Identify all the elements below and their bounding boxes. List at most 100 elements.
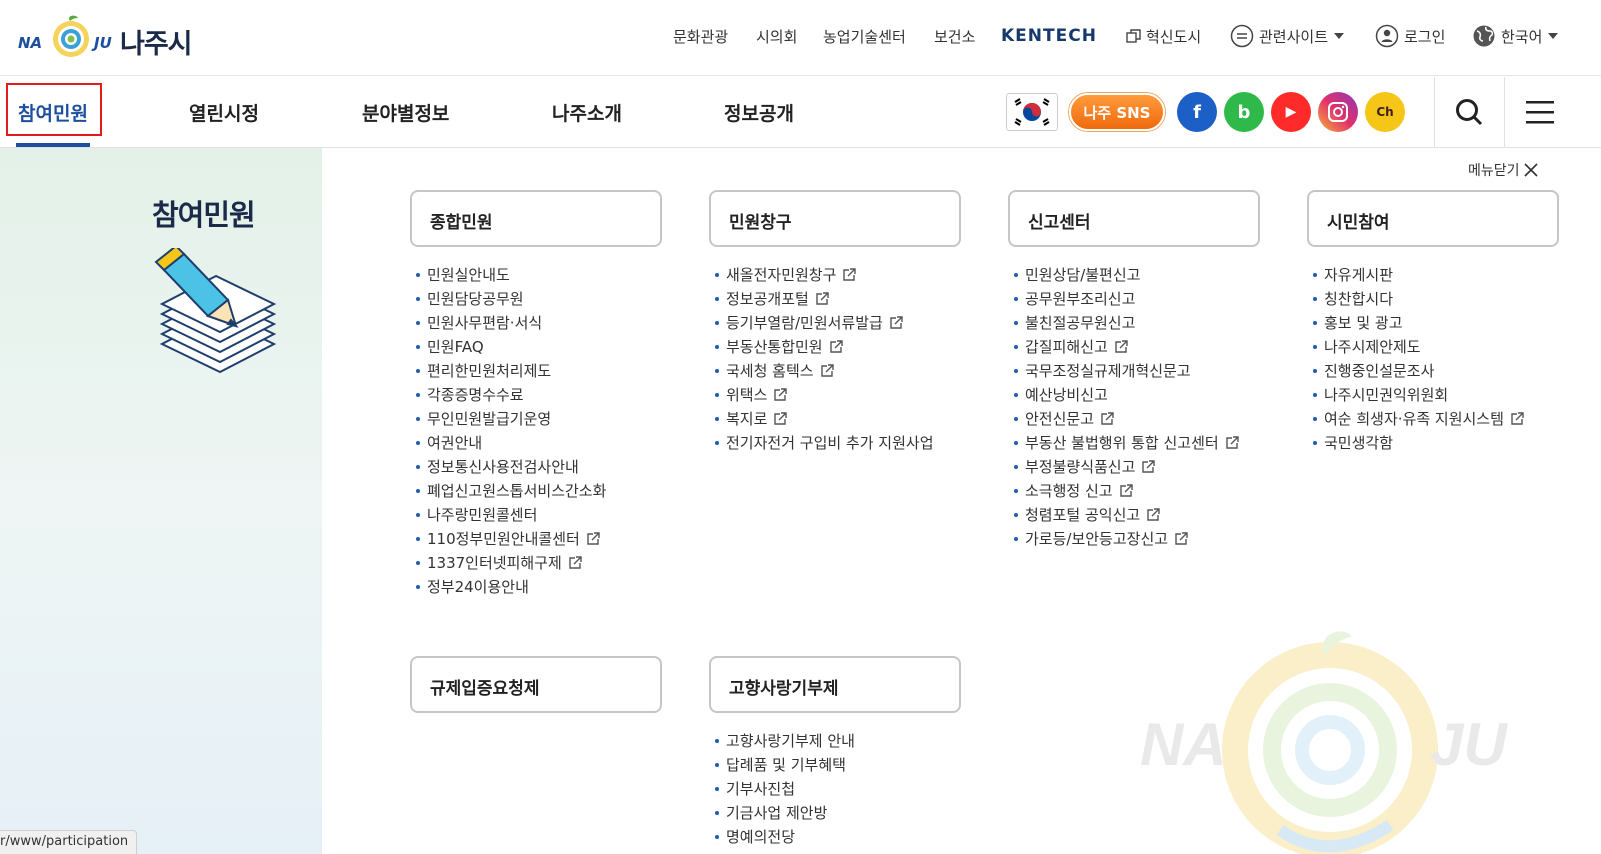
menu-link[interactable]: 부정불량식품신고 bbox=[1014, 455, 1260, 479]
menu-category-title[interactable]: 고향사랑기부제 bbox=[709, 656, 961, 713]
login-link[interactable]: 로그인 bbox=[1375, 24, 1445, 48]
menu-link[interactable]: 자유게시판 bbox=[1313, 263, 1559, 287]
menu-link-list: 자유게시판칭찬합시다홍보 및 광고나주시제안제도 진행중인설문조사 나주시민권익위원… bbox=[1307, 263, 1559, 455]
menu-link[interactable]: 나주시제안제도 bbox=[1313, 335, 1559, 359]
menu-link[interactable]: 여순 희생자·유족 지원시스템 bbox=[1313, 407, 1559, 431]
menu-link[interactable]: 고향사랑기부제 안내 bbox=[715, 729, 961, 753]
korea-flag-link[interactable] bbox=[1006, 93, 1058, 131]
najusi-logo[interactable]: NA JU 나주시 bbox=[16, 8, 206, 68]
youtube-icon[interactable]: ▶ bbox=[1271, 92, 1311, 132]
menu-link[interactable]: 민원담당공무원 bbox=[416, 287, 662, 311]
menu-link[interactable]: 새올전자민원창구 bbox=[715, 263, 961, 287]
menu-link[interactable]: 부동산 불법행위 통합 신고센터 bbox=[1014, 431, 1260, 455]
menu-link-label: 폐업신고원스톱서비스간소화 bbox=[427, 482, 607, 500]
menu-link[interactable]: 민원실안내도 bbox=[416, 263, 662, 287]
menu-link[interactable]: 전기자전거 구입비 추가 지원사업 bbox=[715, 431, 961, 455]
external-link-icon bbox=[1175, 532, 1188, 545]
util-link-council[interactable]: 시의회 bbox=[756, 24, 797, 48]
menu-link[interactable]: 기부사진첩 bbox=[715, 777, 961, 801]
nav-item-open-admin[interactable]: 열린시정 bbox=[189, 99, 259, 126]
menu-link[interactable]: 위택스 bbox=[715, 383, 961, 407]
menu-link-list: 민원상담/불편신고 공무원부조리신고 불친절공무원신고 갑질피해신고 국무조정실규제개혁… bbox=[1008, 263, 1260, 551]
status-bar-url: r/www/participation bbox=[0, 830, 138, 854]
search-button[interactable] bbox=[1434, 77, 1504, 147]
menu-link-label: 부정불량식품신고 bbox=[1025, 458, 1136, 476]
menu-category-title[interactable]: 규제입증요청제 bbox=[410, 656, 662, 713]
menu-link-label: 칭찬합시다 bbox=[1324, 290, 1394, 308]
menu-link[interactable]: 명예의전당 bbox=[715, 825, 961, 849]
logo-emblem-icon bbox=[53, 15, 89, 57]
menu-link[interactable]: 나주시민권익위원회 bbox=[1313, 383, 1559, 407]
menu-link[interactable]: 답례품 및 기부혜택 bbox=[715, 753, 961, 777]
menu-link[interactable]: 정보통신사용전검사안내 bbox=[416, 455, 662, 479]
menu-link[interactable]: 칭찬합시다 bbox=[1313, 287, 1559, 311]
menu-link[interactable]: 국세청 홈텍스 bbox=[715, 359, 961, 383]
menu-link[interactable]: 예산낭비신고 bbox=[1014, 383, 1260, 407]
menu-link[interactable]: 갑질피해신고 bbox=[1014, 335, 1260, 359]
menu-link-label: 정보통신사용전검사안내 bbox=[427, 458, 579, 476]
menu-link[interactable]: 각종증명수수료 bbox=[416, 383, 662, 407]
menu-link[interactable]: 무인민원발급기운영 bbox=[416, 407, 662, 431]
menu-category-title[interactable]: 신고센터 bbox=[1008, 190, 1260, 247]
menu-link-label: 새올전자민원창구 bbox=[726, 266, 837, 284]
menu-link-label: 고향사랑기부제 안내 bbox=[726, 732, 855, 750]
related-sites-dropdown[interactable]: 관련사이트 bbox=[1230, 24, 1345, 48]
menu-link[interactable]: 폐업신고원스톱서비스간소화 bbox=[416, 479, 662, 503]
facebook-icon[interactable]: f bbox=[1177, 92, 1217, 132]
external-link-icon bbox=[820, 364, 834, 377]
menu-link[interactable]: 국무조정실규제개혁신문고 bbox=[1014, 359, 1260, 383]
menu-link-label: 홍보 및 광고 bbox=[1324, 314, 1403, 332]
nav-item-participation[interactable]: 참여민원 bbox=[18, 99, 88, 126]
menu-link[interactable]: 청렴포털 공익신고 bbox=[1014, 503, 1260, 527]
menu-link[interactable]: 소극행정 신고 bbox=[1014, 479, 1260, 503]
menu-link-label: 정보공개포털 bbox=[726, 290, 809, 308]
menu-link-label: 편리한민원처리제도 bbox=[427, 362, 552, 380]
menu-category-title[interactable]: 시민참여 bbox=[1307, 190, 1559, 247]
menu-link-label: 부동산통합민원 bbox=[726, 338, 823, 356]
menu-link[interactable]: 정보공개포털 bbox=[715, 287, 961, 311]
pencil-paper-illustration bbox=[154, 248, 277, 374]
nav-item-about-naju[interactable]: 나주소개 bbox=[552, 99, 622, 126]
band-icon[interactable]: b bbox=[1224, 92, 1264, 132]
menu-link[interactable]: 홍보 및 광고 bbox=[1313, 311, 1559, 335]
menu-link[interactable]: 국민생각함 bbox=[1313, 431, 1559, 455]
menu-link[interactable]: 가로등/보안등고장신고 bbox=[1014, 527, 1260, 551]
menu-link[interactable]: 민원상담/불편신고 bbox=[1014, 263, 1260, 287]
menu-link[interactable]: 110정부민원안내콜센터 bbox=[416, 527, 662, 551]
menu-link[interactable]: 공무원부조리신고 bbox=[1014, 287, 1260, 311]
menu-link[interactable]: 부동산통합민원 bbox=[715, 335, 961, 359]
menu-link[interactable]: 나주랑민원콜센터 bbox=[416, 503, 662, 527]
menu-link[interactable]: 민원FAQ bbox=[416, 335, 662, 359]
menu-link[interactable]: 1337인터넷피해구제 bbox=[416, 551, 662, 575]
language-dropdown[interactable]: 한국어 bbox=[1472, 24, 1559, 48]
menu-link[interactable]: 여권안내 bbox=[416, 431, 662, 455]
innovation-city-link[interactable]: 혁신도시 bbox=[1126, 24, 1201, 48]
nav-item-field-info[interactable]: 분야별정보 bbox=[362, 99, 449, 126]
kentech-link[interactable]: KENTECH bbox=[1001, 24, 1097, 48]
menu-link-label: 명예의전당 bbox=[726, 828, 796, 846]
menu-link-label: 국민생각함 bbox=[1324, 434, 1394, 452]
naju-sns-button[interactable]: 나주 SNS bbox=[1069, 93, 1165, 131]
util-link-health-center[interactable]: 보건소 bbox=[934, 24, 975, 48]
menu-link[interactable]: 등기부열람/민원서류발급 bbox=[715, 311, 961, 335]
menu-link[interactable]: 안전신문고 bbox=[1014, 407, 1260, 431]
all-menu-button[interactable] bbox=[1505, 77, 1575, 147]
menu-link[interactable]: 정부24이용안내 bbox=[416, 575, 662, 599]
menu-link[interactable]: 편리한민원처리제도 bbox=[416, 359, 662, 383]
util-link-agri-center[interactable]: 농업기술센터 bbox=[823, 24, 906, 48]
menu-link[interactable]: 복지로 bbox=[715, 407, 961, 431]
external-link-icon bbox=[1511, 412, 1524, 425]
kakao-channel-icon[interactable]: Ch bbox=[1365, 92, 1405, 132]
nav-item-info-disclosure[interactable]: 정보공개 bbox=[724, 99, 794, 126]
chevron-down-icon bbox=[1548, 33, 1559, 39]
menu-link[interactable]: 민원사무편람·서식 bbox=[416, 311, 662, 335]
logo-na-text: NA bbox=[18, 34, 43, 52]
menu-close-button[interactable]: 메뉴닫기 bbox=[1468, 160, 1538, 180]
util-link-culture[interactable]: 문화관광 bbox=[673, 24, 728, 48]
menu-link[interactable]: 진행중인설문조사 bbox=[1313, 359, 1559, 383]
menu-category-title[interactable]: 민원창구 bbox=[709, 190, 961, 247]
menu-link[interactable]: 불친절공무원신고 bbox=[1014, 311, 1260, 335]
menu-category-title[interactable]: 종합민원 bbox=[410, 190, 662, 247]
menu-link[interactable]: 기금사업 제안방 bbox=[715, 801, 961, 825]
instagram-icon[interactable] bbox=[1318, 92, 1358, 132]
